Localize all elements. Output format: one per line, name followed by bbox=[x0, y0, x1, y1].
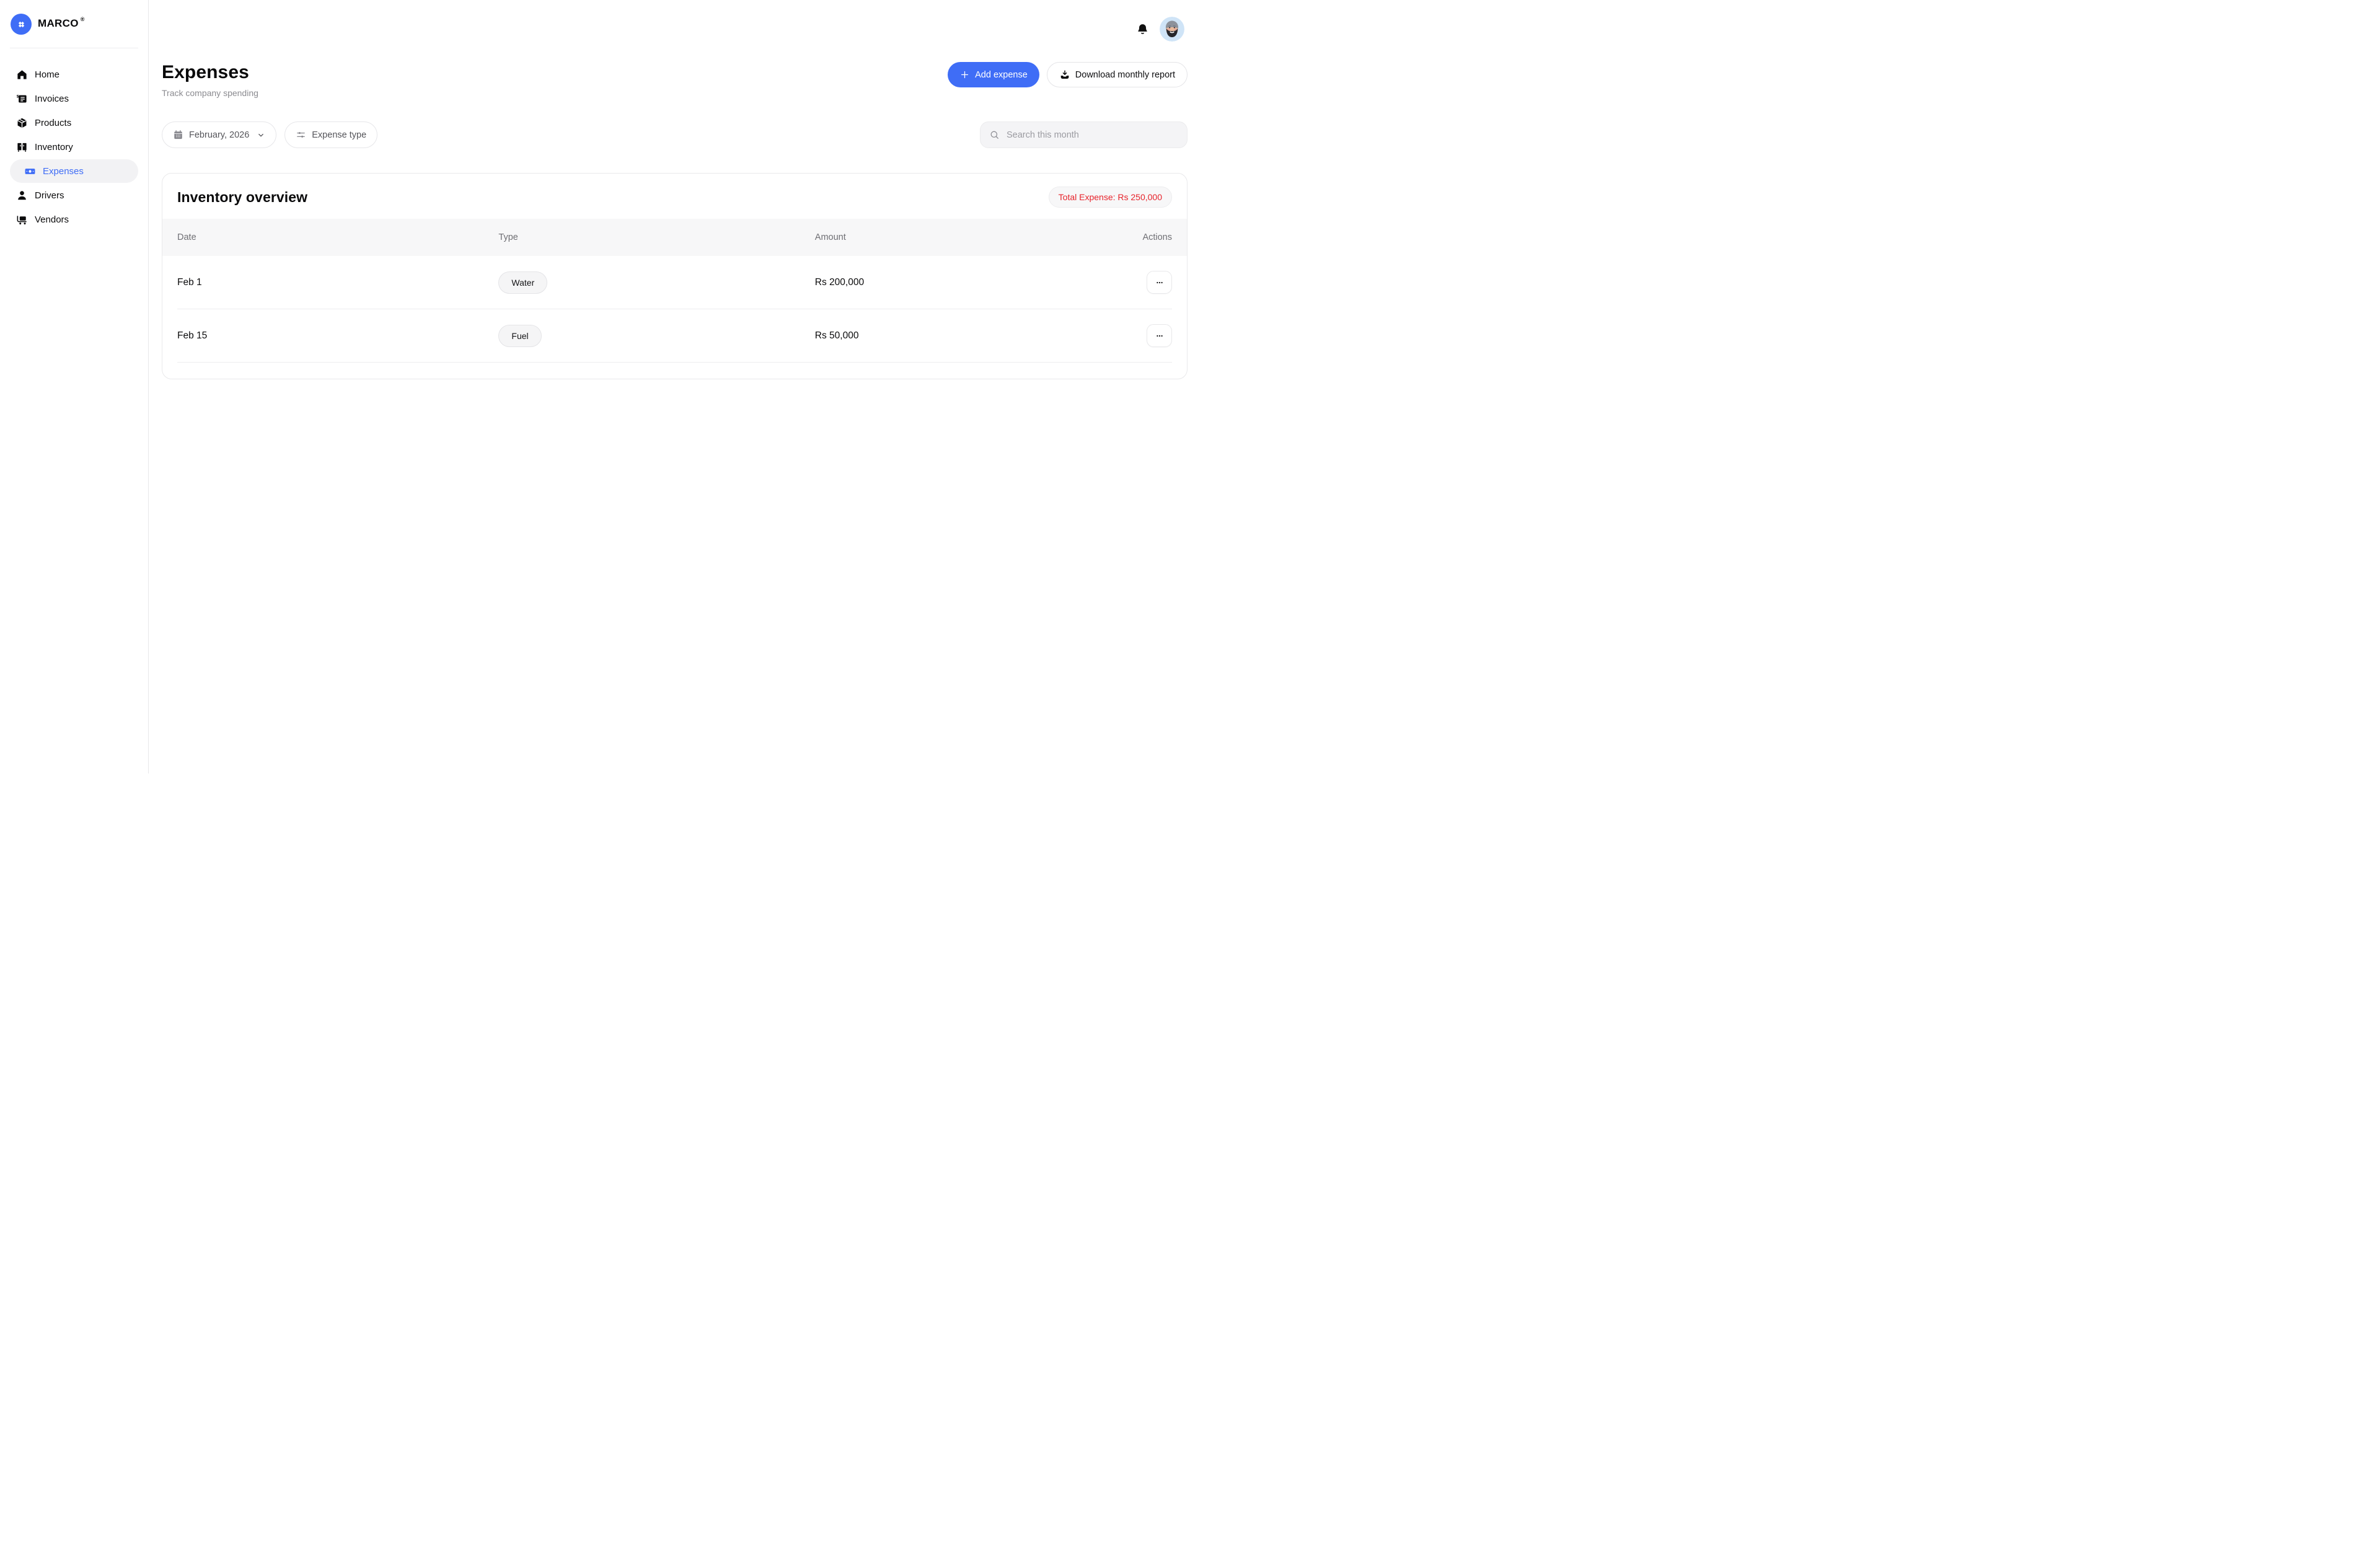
sidebar-nav: Home $ Invoices Products bbox=[10, 63, 138, 231]
brand-logo-icon bbox=[11, 14, 32, 35]
download-icon bbox=[1059, 69, 1070, 81]
sidebar-item-inventory[interactable]: Inventory bbox=[10, 135, 138, 159]
page-title-block: Expenses Track company spending bbox=[162, 62, 258, 98]
sidebar: MARCO ® Home $ Invoices bbox=[0, 0, 149, 774]
column-header-type: Type bbox=[498, 232, 814, 242]
search-icon bbox=[989, 130, 1000, 140]
sidebar-item-label: Expenses bbox=[43, 166, 84, 177]
header-actions: Add expense Download monthly report bbox=[948, 62, 1188, 87]
topbar bbox=[162, 0, 1188, 42]
table-row: Feb 1 Water Rs 200,000 bbox=[177, 256, 1172, 309]
add-expense-label: Add expense bbox=[975, 70, 1028, 80]
page-header: Expenses Track company spending Add expe… bbox=[162, 62, 1188, 98]
main-content: Expenses Track company spending Add expe… bbox=[149, 0, 1190, 774]
table-row: Feb 15 Fuel Rs 50,000 bbox=[177, 309, 1172, 363]
expenses-table-card: Inventory overview Total Expense: Rs 250… bbox=[162, 173, 1188, 379]
expense-type-filter-label: Expense type bbox=[312, 130, 366, 140]
brand-registered-mark: ® bbox=[81, 17, 85, 22]
column-header-actions: Actions bbox=[1115, 232, 1172, 242]
brand-logo[interactable]: MARCO ® bbox=[10, 14, 138, 35]
inventory-icon bbox=[16, 141, 28, 153]
driver-icon bbox=[16, 190, 28, 201]
download-monthly-report-label: Download monthly report bbox=[1075, 70, 1175, 80]
card-title: Inventory overview bbox=[177, 189, 307, 206]
brand-text: MARCO ® bbox=[38, 18, 84, 29]
sidebar-item-expenses[interactable]: Expenses bbox=[10, 159, 138, 183]
row-date: Feb 15 bbox=[177, 330, 498, 342]
column-header-date: Date bbox=[177, 232, 498, 242]
package-icon bbox=[16, 117, 28, 129]
sidebar-item-label: Inventory bbox=[35, 142, 73, 152]
search-box bbox=[980, 121, 1188, 148]
sidebar-item-home[interactable]: Home bbox=[10, 63, 138, 86]
filters-left: February, 2026 Expense type bbox=[162, 121, 377, 148]
month-filter-dropdown[interactable]: February, 2026 bbox=[162, 121, 276, 148]
sidebar-item-label: Home bbox=[35, 69, 60, 80]
filters-row: February, 2026 Expense type bbox=[162, 121, 1188, 148]
download-monthly-report-button[interactable]: Download monthly report bbox=[1047, 62, 1188, 87]
sidebar-item-label: Drivers bbox=[35, 190, 64, 201]
ellipsis-icon bbox=[1155, 331, 1165, 341]
total-expense-badge: Total Expense: Rs 250,000 bbox=[1049, 187, 1172, 208]
ellipsis-icon bbox=[1155, 278, 1165, 288]
calendar-icon bbox=[173, 130, 183, 140]
sliders-icon bbox=[296, 130, 306, 140]
month-filter-value: February, 2026 bbox=[189, 130, 249, 140]
home-icon bbox=[16, 69, 28, 81]
row-actions-button[interactable] bbox=[1147, 271, 1172, 294]
plus-icon bbox=[959, 69, 970, 80]
row-actions-button[interactable] bbox=[1147, 324, 1172, 347]
user-avatar[interactable] bbox=[1160, 17, 1184, 42]
banknote-icon bbox=[24, 165, 36, 177]
vendor-cart-icon bbox=[16, 214, 28, 226]
sidebar-item-products[interactable]: Products bbox=[10, 111, 138, 134]
table-header-row: Date Type Amount Actions bbox=[162, 219, 1187, 256]
sidebar-item-invoices[interactable]: $ Invoices bbox=[10, 87, 138, 110]
page-subtitle: Track company spending bbox=[162, 88, 258, 98]
card-header: Inventory overview Total Expense: Rs 250… bbox=[162, 174, 1187, 219]
row-actions-cell bbox=[1147, 324, 1172, 347]
search-input[interactable] bbox=[1005, 130, 1178, 141]
svg-text:$: $ bbox=[17, 94, 19, 99]
row-actions-cell bbox=[1147, 271, 1172, 294]
brand-name: MARCO bbox=[38, 18, 79, 29]
expense-type-chip: Fuel bbox=[498, 325, 541, 347]
sidebar-item-label: Invoices bbox=[35, 94, 69, 104]
row-amount: Rs 200,000 bbox=[815, 277, 1115, 288]
card-footer-spacer bbox=[177, 363, 1172, 379]
chevron-down-icon bbox=[257, 131, 265, 139]
row-amount: Rs 50,000 bbox=[815, 330, 1115, 342]
notifications-button[interactable] bbox=[1136, 23, 1149, 36]
bell-icon bbox=[1136, 23, 1149, 36]
add-expense-button[interactable]: Add expense bbox=[948, 62, 1039, 87]
invoices-icon: $ bbox=[16, 93, 28, 105]
expense-type-chip: Water bbox=[498, 271, 547, 294]
row-date: Feb 1 bbox=[177, 277, 498, 288]
page-title: Expenses bbox=[162, 62, 258, 83]
avatar-image bbox=[1160, 17, 1184, 42]
sidebar-item-label: Products bbox=[35, 118, 71, 128]
column-header-amount: Amount bbox=[815, 232, 1115, 242]
expense-type-filter[interactable]: Expense type bbox=[284, 121, 377, 148]
sidebar-item-drivers[interactable]: Drivers bbox=[10, 183, 138, 207]
sidebar-item-label: Vendors bbox=[35, 214, 69, 225]
app-root: MARCO ® Home $ Invoices bbox=[0, 0, 1190, 774]
table-body: Feb 1 Water Rs 200,000 Feb 15 Fuel R bbox=[162, 256, 1187, 379]
sidebar-item-vendors[interactable]: Vendors bbox=[10, 208, 138, 231]
